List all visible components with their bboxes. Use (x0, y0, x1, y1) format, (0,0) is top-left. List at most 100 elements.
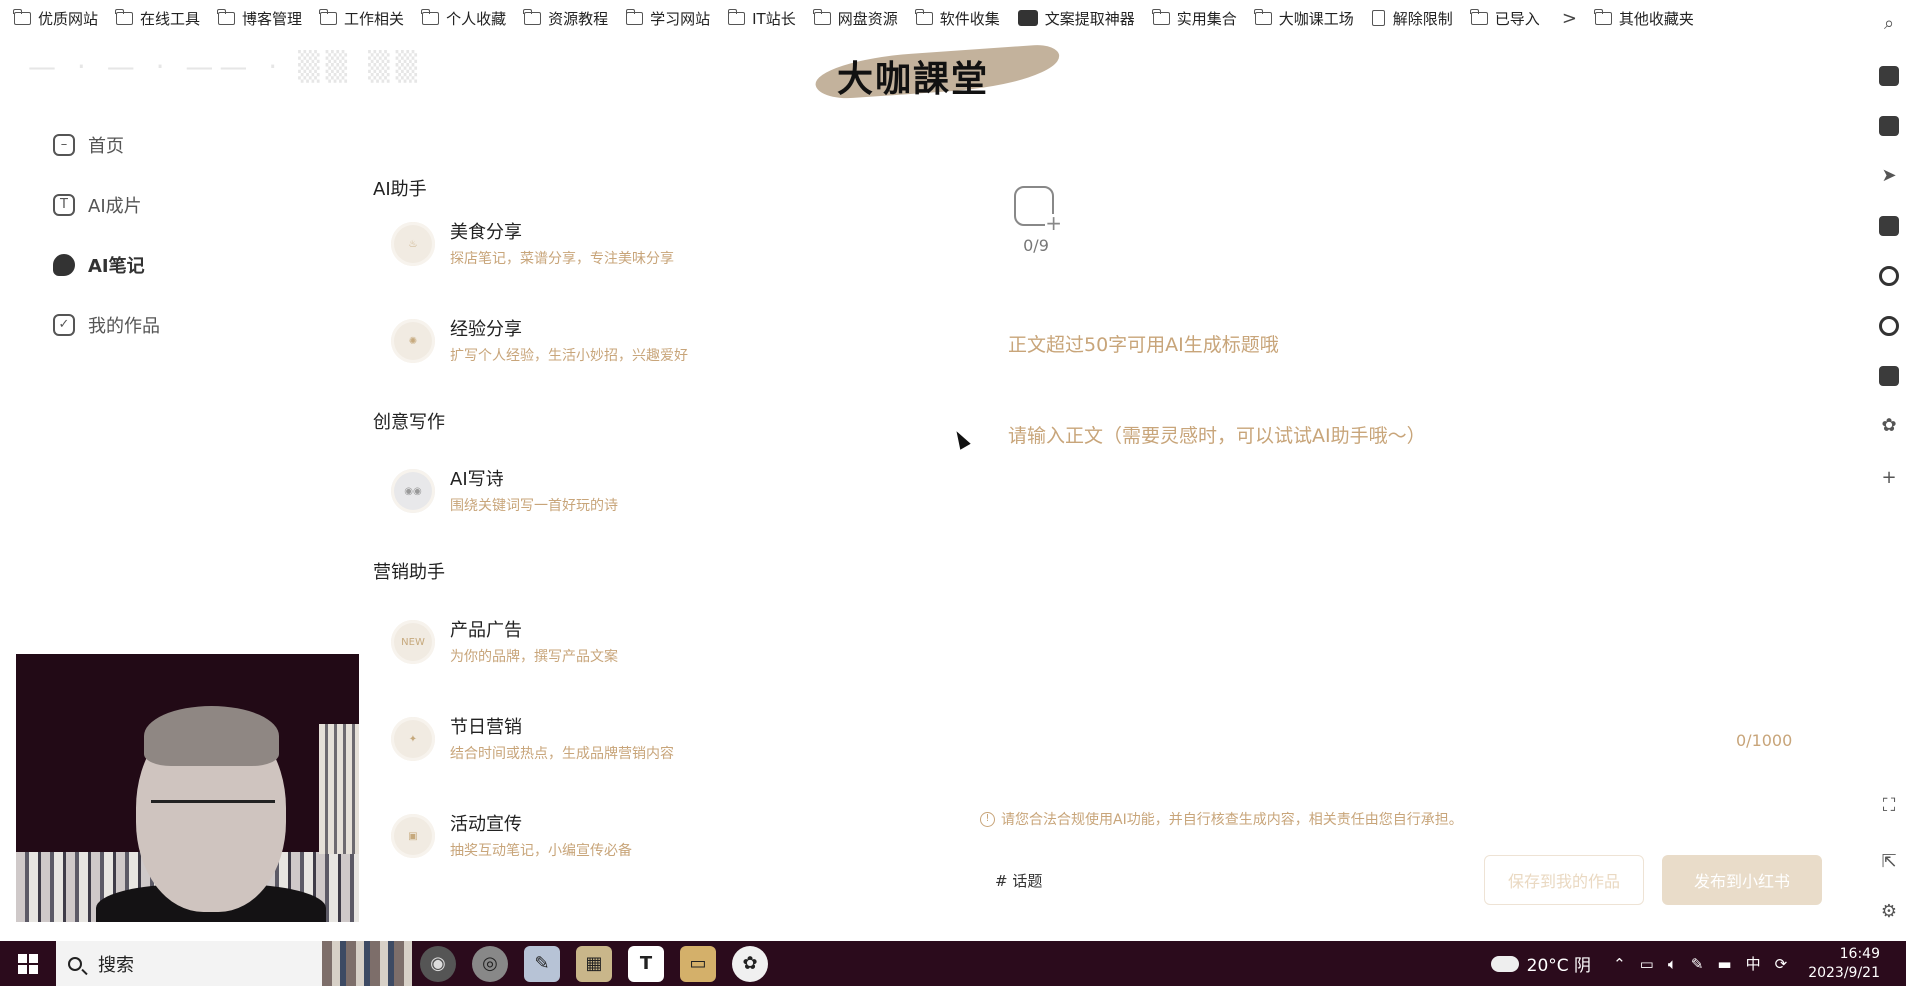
bookmark-item[interactable]: 优质网站 (13, 8, 98, 29)
bookmark-label: 其他收藏夹 (1618, 9, 1694, 28)
card-experience-share[interactable]: ✺ 经验分享 扩写个人经验，生活小妙招，兴趣爱好 (391, 317, 911, 377)
external-link-icon[interactable]: ⇱ (1879, 852, 1899, 872)
new-badge-icon: NEW (391, 620, 435, 664)
text-t-icon: T (53, 194, 75, 216)
bookmark-other-folders[interactable]: 其他收藏夹 (1594, 8, 1694, 29)
app-root: { "bookmarks": [ {"label":"优质网站","kind":… (0, 0, 1906, 986)
card-event-promo[interactable]: ▣ 活动宣传 抽奖互动笔记，小编宣传必备 (391, 812, 911, 872)
card-desc: 抽奖互动笔记，小编宣传必备 (450, 843, 632, 859)
note-pen-icon (53, 254, 75, 276)
chevron-right-icon[interactable]: > (1562, 8, 1577, 29)
bookmark-item[interactable]: 大咖课工场 (1254, 8, 1354, 29)
card-title: 节日营销 (450, 717, 522, 738)
briefcase-icon[interactable] (1879, 66, 1899, 86)
bookmark-item[interactable]: 实用集合 (1152, 8, 1237, 29)
chevron-up-icon[interactable]: ⌃ (1613, 955, 1626, 973)
folder-icon (1152, 8, 1170, 25)
ime-indicator[interactable]: 中 (1746, 953, 1761, 974)
settings-icon[interactable]: ⚙ (1879, 902, 1899, 922)
bookmark-item[interactable]: 学习网站 (625, 8, 711, 29)
typora-icon[interactable]: T (628, 945, 664, 982)
bookmark-app-icon[interactable] (1879, 216, 1899, 236)
search-icon[interactable]: ⌕ (1879, 14, 1899, 34)
folder-icon (727, 8, 746, 25)
new-badge-text: NEW (401, 636, 425, 648)
card-desc: 围绕关键词写一首好玩的诗 (450, 498, 618, 514)
bookmark-label: 学习网站 (650, 9, 711, 28)
nav-label: 我的作品 (88, 316, 160, 337)
battery-icon[interactable]: ▬ (1717, 955, 1731, 973)
flower-app-icon[interactable]: ✿ (1879, 416, 1899, 436)
card-desc: 结合时间或热点，生成品牌营销内容 (450, 746, 674, 762)
bookmark-label: 软件收集 (939, 9, 1000, 28)
card-title: 经验分享 (450, 319, 522, 340)
taskbar: 搜索 ◉ ◎ ✎ ▦ T ▭ ✿ 20°C 阴 ⌃ ▭ 🔈︎ ✎ ▬ 中 ⟳ 1… (0, 941, 1906, 986)
body-textarea[interactable] (1008, 421, 1828, 721)
nav-item-ai-film[interactable]: T AI成片 (53, 192, 142, 218)
topic-button[interactable]: # 话题 (995, 870, 1042, 891)
game-app-icon[interactable] (1879, 366, 1899, 386)
bookmark-item[interactable]: 解除限制 (1371, 8, 1453, 29)
bookmark-item[interactable]: 软件收集 (915, 8, 1000, 29)
nav-item-my-works[interactable]: ✓ 我的作品 (53, 312, 160, 338)
search-icon (68, 956, 82, 971)
volume-icon[interactable]: 🔈︎ (1668, 955, 1677, 973)
network-icon[interactable]: ▭ (1640, 955, 1654, 973)
screenshot-icon[interactable]: ⛶ (1879, 796, 1899, 816)
ring-app-icon[interactable] (1879, 316, 1899, 336)
folder-icon (319, 8, 338, 25)
site-logo[interactable]: 大咖課堂 (813, 43, 1062, 102)
bookmark-item[interactable]: 文案提取神器 (1017, 8, 1135, 29)
image-count: 0/9 (1023, 236, 1049, 255)
bookmark-label: 博客管理 (242, 9, 303, 28)
pen-icon[interactable]: ✎ (1691, 955, 1704, 973)
bookmark-item[interactable]: 资源教程 (523, 8, 608, 29)
webcam-overlay (16, 654, 359, 922)
publish-button[interactable]: 发布到小红书 (1662, 855, 1822, 905)
nav-item-ai-note[interactable]: AI笔记 (53, 252, 145, 278)
webcam-bookshelf-side (319, 724, 359, 854)
card-desc: 扩写个人经验，生活小妙招，兴趣爱好 (450, 348, 688, 364)
sync-icon[interactable]: ⟳ (1775, 955, 1788, 973)
compliance-notice: ! 请您合法合规使用AI功能，并自行核查生成内容，相关责任由您自行承担。 (980, 809, 1463, 829)
bookmark-label: 实用集合 (1176, 9, 1237, 28)
check-box-icon: ✓ (53, 314, 75, 336)
save-to-works-button[interactable]: 保存到我的作品 (1484, 855, 1644, 905)
title-input[interactable] (1008, 334, 1608, 356)
add-image-icon[interactable] (1014, 186, 1062, 232)
gear-box-icon[interactable] (1879, 116, 1899, 136)
flower-app-icon[interactable]: ✿ (732, 945, 768, 982)
card-food-share[interactable]: ♨ 美食分享 探店笔记，菜谱分享，专注美味分享 (391, 220, 911, 280)
weather-text[interactable]: 20°C 阴 (1527, 951, 1591, 976)
photo-app-icon[interactable]: ▦ (576, 945, 612, 982)
file-explorer-icon[interactable]: ▭ (680, 945, 716, 982)
magnifier-app-icon[interactable] (1879, 266, 1899, 286)
bookmark-item[interactable]: 博客管理 (217, 8, 303, 29)
gift-icon: ▣ (391, 814, 435, 858)
edge-beta-icon[interactable]: ◉ (420, 945, 456, 982)
bookmark-item[interactable]: IT站长 (727, 8, 796, 29)
bookmark-item[interactable]: 个人收藏 (421, 8, 506, 29)
clock-time: 16:49 (1839, 945, 1880, 962)
paper-plane-icon[interactable]: ➤ (1879, 166, 1899, 186)
chrome-icon[interactable]: ◎ (472, 945, 508, 982)
card-ai-poem[interactable]: ◉◉ AI写诗 围绕关键词写一首好玩的诗 (391, 467, 911, 527)
card-title: 活动宣传 (450, 814, 522, 835)
add-icon[interactable]: + (1879, 468, 1899, 488)
nav-label: 首页 (88, 136, 124, 157)
card-product-ad[interactable]: NEW 产品广告 为你的品牌，撰写产品文案 (391, 618, 911, 678)
card-holiday-marketing[interactable]: ✦ 节日营销 结合时间或热点，生成品牌营销内容 (391, 715, 911, 775)
folder-icon (217, 8, 236, 25)
section-title-assistant: AI助手 (373, 179, 427, 200)
nav-item-home[interactable]: – 首页 (53, 132, 124, 158)
bookmark-item[interactable]: 已导入 (1470, 8, 1540, 29)
bookmark-item[interactable]: 网盘资源 (813, 8, 898, 29)
bookmark-item[interactable]: 在线工具 (115, 8, 200, 29)
bookmark-item[interactable]: 工作相关 (319, 8, 404, 29)
app-icon (1017, 10, 1038, 26)
folder-icon (13, 8, 31, 25)
windows-start-icon[interactable] (18, 953, 38, 974)
notepad-icon[interactable]: ✎ (524, 945, 560, 982)
clock[interactable]: 16:49 2023/9/21 (1808, 945, 1880, 983)
taskbar-search[interactable]: 搜索 (56, 941, 412, 986)
